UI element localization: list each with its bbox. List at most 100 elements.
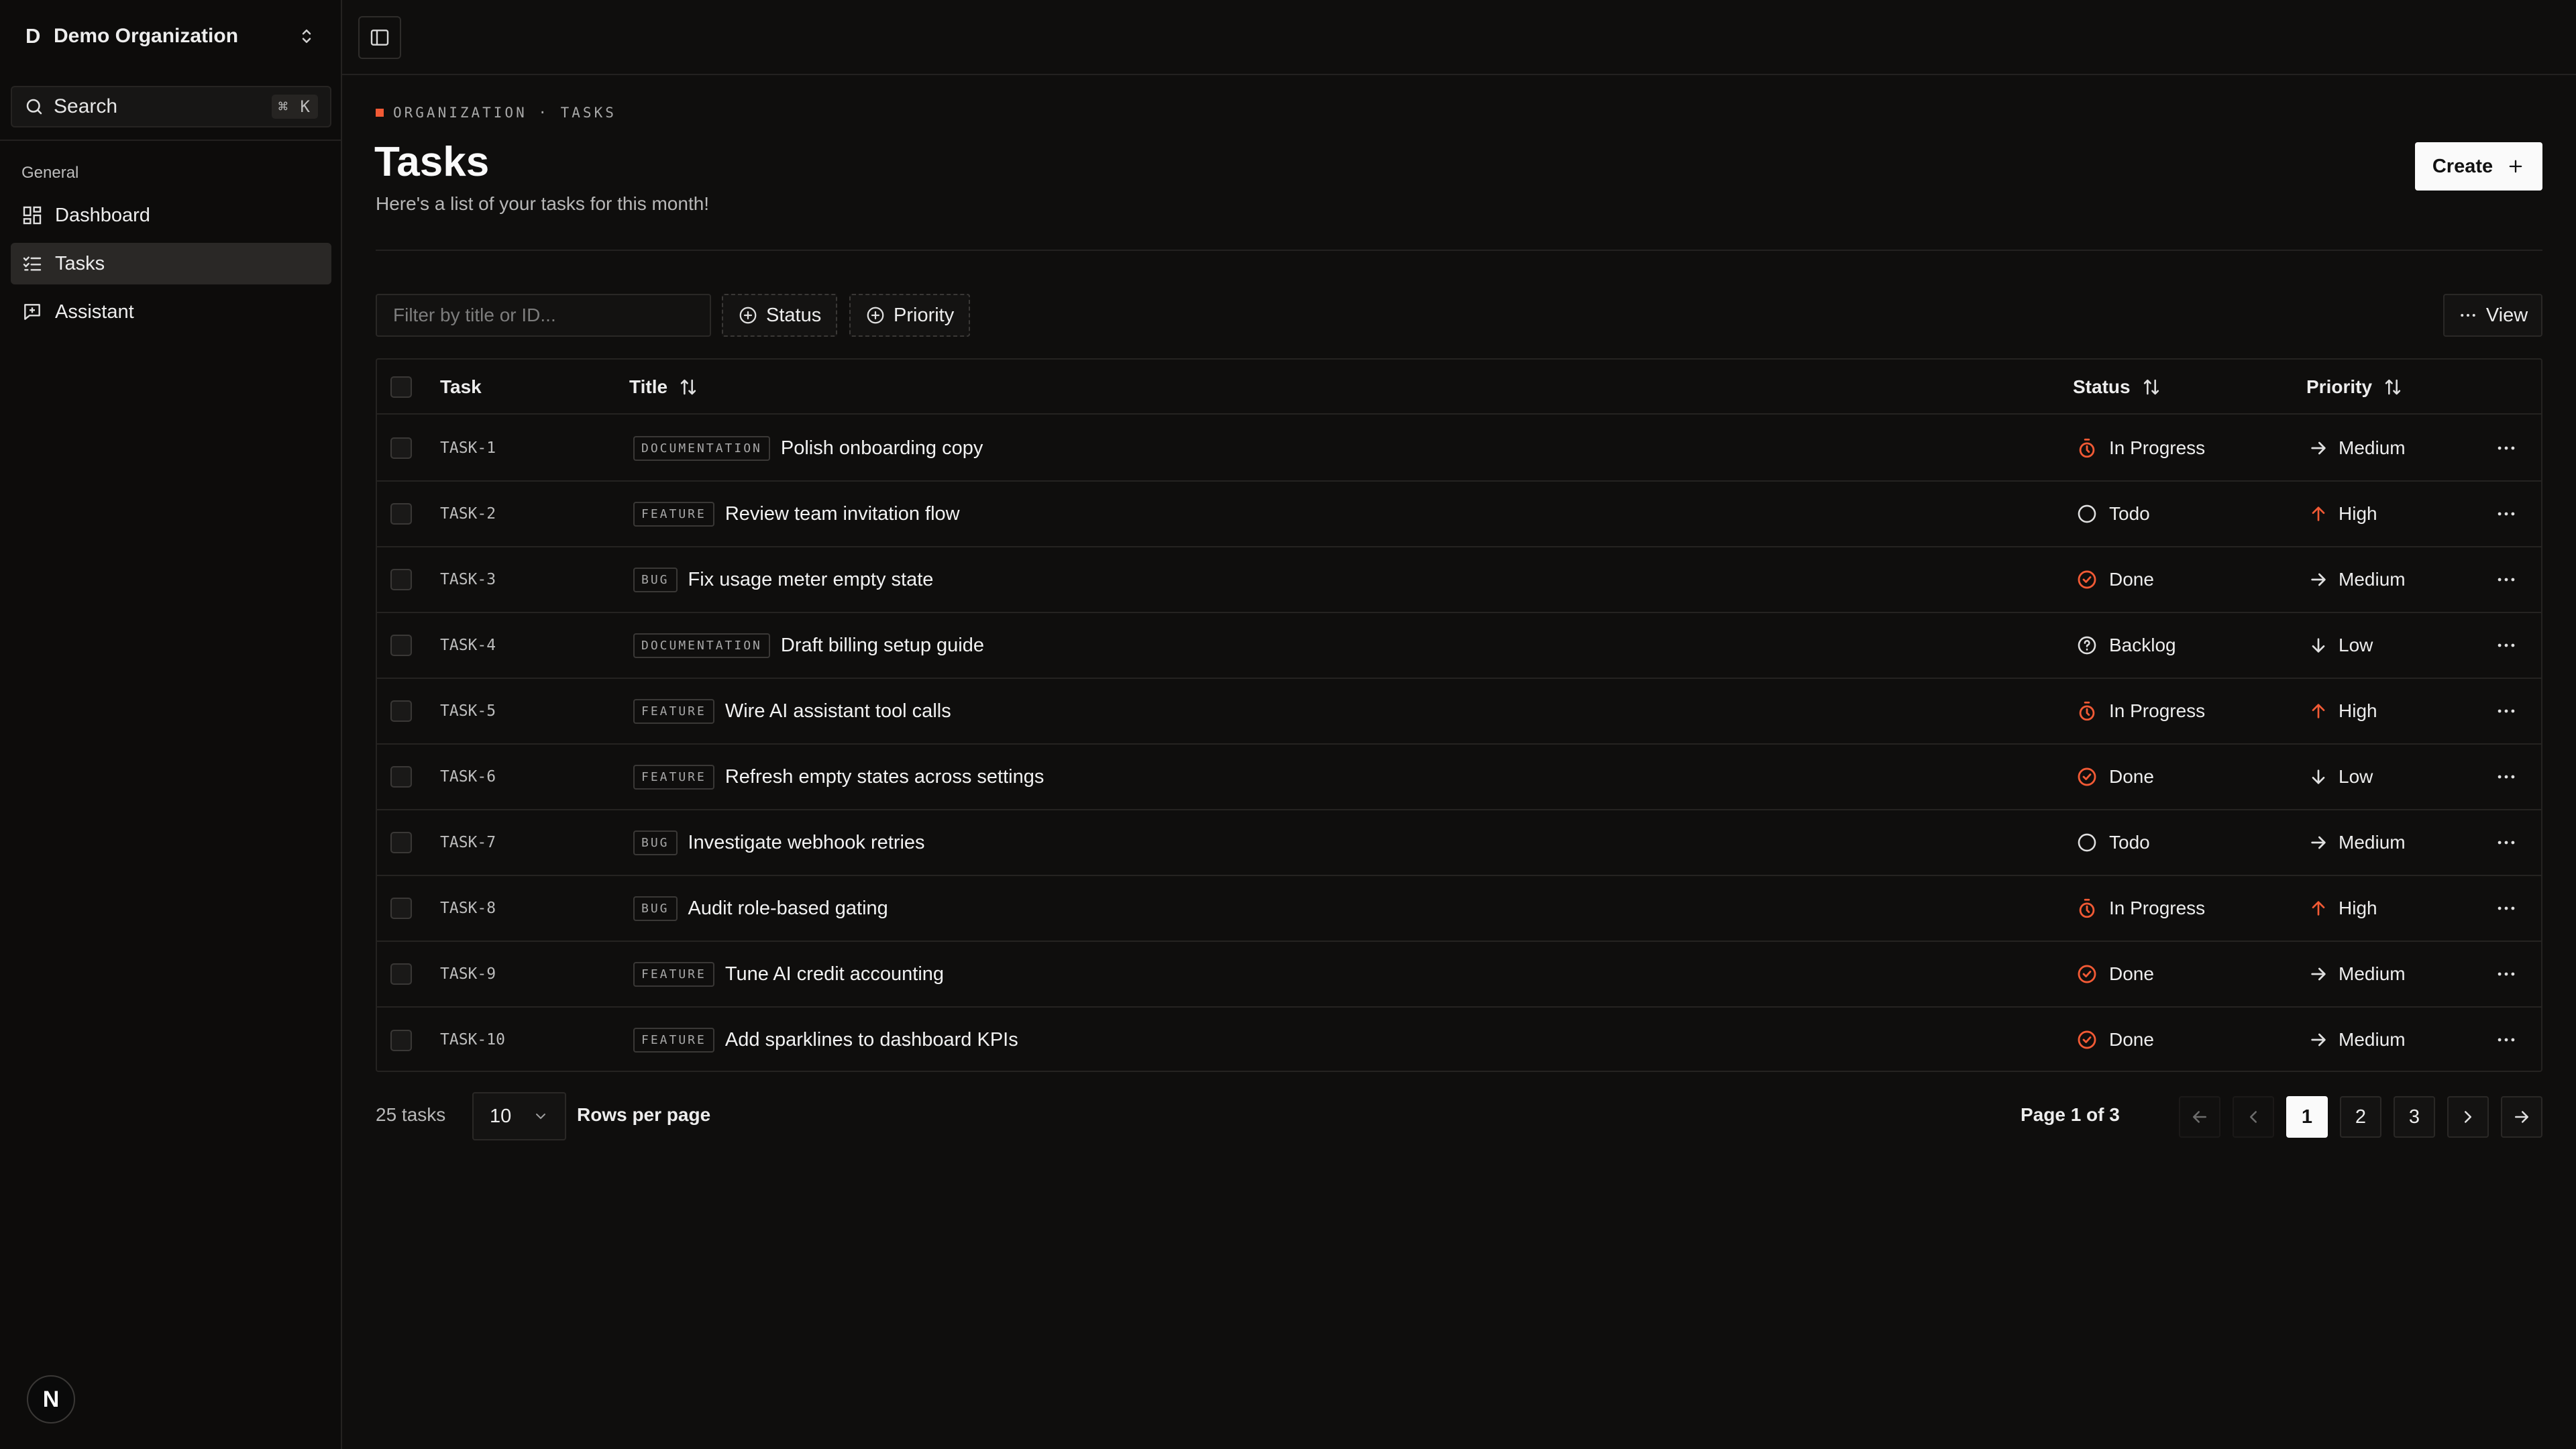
label-badge: DOCUMENTATION [633, 435, 770, 461]
task-title[interactable]: Polish onboarding copy [781, 437, 983, 460]
status-cell: Done [2076, 547, 2154, 612]
next-page-button[interactable] [2447, 1096, 2489, 1138]
more-horizontal-icon [2498, 841, 2515, 845]
status-cell: Done [2076, 745, 2154, 809]
row-checkbox[interactable] [390, 766, 412, 788]
sidebar-item-label: Dashboard [55, 204, 150, 226]
first-page-button[interactable] [2179, 1096, 2220, 1138]
view-options-label: View [2485, 304, 2528, 326]
row-checkbox[interactable] [390, 832, 412, 853]
table-header: Task Title Status Priority [377, 360, 2541, 415]
check-circle-icon [2078, 965, 2096, 983]
row-actions-button[interactable] [2490, 958, 2522, 990]
sidebar-item-dashboard[interactable]: Dashboard [11, 195, 331, 236]
sidebar-item-tasks[interactable]: Tasks [11, 243, 331, 284]
org-switcher[interactable]: D Demo Organization [11, 12, 331, 60]
sidebar-toggle-button[interactable] [358, 16, 401, 59]
page-title: Tasks [374, 139, 490, 185]
status-cell: Done [2076, 1008, 2154, 1072]
priority-cell: Medium [2308, 547, 2406, 612]
row-checkbox[interactable] [390, 569, 412, 590]
plus-circle-icon [867, 307, 884, 324]
more-horizontal-icon [2498, 643, 2515, 647]
row-actions-button[interactable] [2490, 695, 2522, 727]
priority-label: Medium [2339, 437, 2406, 458]
priority-filter-label: Priority [894, 304, 955, 326]
sidebar-group-label: General [21, 164, 79, 182]
label-badge: FEATURE [633, 961, 714, 987]
row-actions-button[interactable] [2490, 432, 2522, 464]
filter-input[interactable] [376, 294, 711, 337]
priority-cell: Medium [2308, 942, 2406, 1006]
priority-cell: Medium [2308, 810, 2406, 875]
task-title[interactable]: Review team invitation flow [725, 503, 960, 525]
circle-icon [2078, 833, 2096, 852]
view-options-button[interactable]: View [2443, 294, 2542, 337]
label-badge: FEATURE [633, 501, 714, 527]
status-label: Todo [2109, 832, 2150, 853]
status-cell: Done [2076, 942, 2154, 1006]
page-button-1[interactable]: 1 [2286, 1096, 2328, 1138]
status-filter-button[interactable]: Status [722, 294, 838, 337]
priority-filter-button[interactable]: Priority [849, 294, 971, 337]
select-all-checkbox[interactable] [390, 376, 412, 398]
sidebar-item-assistant[interactable]: Assistant [11, 291, 331, 333]
row-actions-button[interactable] [2490, 564, 2522, 596]
status-label: Backlog [2109, 635, 2176, 655]
table-row[interactable]: TASK-2 FEATURE Review team invitation flow… [377, 482, 2541, 547]
table-row[interactable]: TASK-10 FEATURE Add sparklines to dashboar… [377, 1008, 2541, 1073]
page-button-3[interactable]: 3 [2394, 1096, 2435, 1138]
row-actions-button[interactable] [2490, 892, 2522, 924]
row-checkbox[interactable] [390, 503, 412, 525]
table-row[interactable]: TASK-3 BUG Fix usage meter empty state Done… [377, 547, 2541, 613]
priority-cell: High [2308, 876, 2377, 941]
table-row[interactable]: TASK-4 DOCUMENTATION Draft billing setup g… [377, 613, 2541, 679]
header-divider [376, 250, 2542, 251]
table-row[interactable]: TASK-5 FEATURE Wire AI assistant tool call… [377, 679, 2541, 745]
column-priority[interactable]: Priority [2306, 360, 2404, 415]
page-button-2[interactable]: 2 [2340, 1096, 2381, 1138]
task-title[interactable]: Tune AI credit accounting [725, 963, 944, 985]
last-page-button[interactable] [2501, 1096, 2542, 1138]
table-row[interactable]: TASK-1 DOCUMENTATION Polish onboarding cop… [377, 416, 2541, 482]
table-row[interactable]: TASK-7 BUG Investigate webhook retries Todo… [377, 810, 2541, 876]
table-row[interactable]: TASK-8 BUG Audit role-based gating In Progr… [377, 876, 2541, 942]
row-checkbox[interactable] [390, 1030, 412, 1051]
row-actions-button[interactable] [2490, 498, 2522, 530]
priority-label: Medium [2339, 832, 2406, 853]
row-checkbox[interactable] [390, 437, 412, 459]
search-label: Search [54, 95, 118, 117]
row-checkbox[interactable] [390, 635, 412, 656]
task-title[interactable]: Refresh empty states across settings [725, 766, 1044, 788]
sort-icon [680, 379, 696, 395]
create-button[interactable]: Create [2415, 142, 2542, 191]
column-status[interactable]: Status [2073, 360, 2163, 415]
row-checkbox[interactable] [390, 898, 412, 919]
table-row[interactable]: TASK-9 FEATURE Tune AI credit accounting Do… [377, 942, 2541, 1008]
row-actions-button[interactable] [2490, 826, 2522, 859]
status-cell: In Progress [2076, 876, 2205, 941]
row-checkbox[interactable] [390, 700, 412, 722]
row-checkbox[interactable] [390, 963, 412, 985]
status-label: Done [2109, 766, 2154, 787]
table-row[interactable]: TASK-6 FEATURE Refresh empty states across… [377, 745, 2541, 810]
task-title[interactable]: Fix usage meter empty state [688, 569, 934, 591]
brand-logo[interactable]: N [27, 1375, 75, 1424]
status-label: Todo [2109, 503, 2150, 524]
task-title[interactable]: Add sparklines to dashboard KPIs [725, 1029, 1018, 1051]
previous-page-button[interactable] [2233, 1096, 2274, 1138]
task-title[interactable]: Wire AI assistant tool calls [725, 700, 951, 722]
row-actions-button[interactable] [2490, 761, 2522, 793]
label-badge: BUG [633, 567, 678, 592]
row-actions-button[interactable] [2490, 629, 2522, 661]
task-title[interactable]: Investigate webhook retries [688, 832, 925, 854]
task-title[interactable]: Audit role-based gating [688, 898, 888, 920]
priority-label: Low [2339, 766, 2373, 787]
task-id: TASK-3 [440, 571, 496, 588]
search-icon [26, 99, 42, 115]
column-title[interactable]: Title [629, 360, 700, 415]
search-button[interactable]: Search ⌘ K [11, 86, 331, 127]
rows-per-page-select[interactable]: 10 [472, 1092, 566, 1140]
task-title[interactable]: Draft billing setup guide [781, 635, 984, 657]
row-actions-button[interactable] [2490, 1024, 2522, 1056]
